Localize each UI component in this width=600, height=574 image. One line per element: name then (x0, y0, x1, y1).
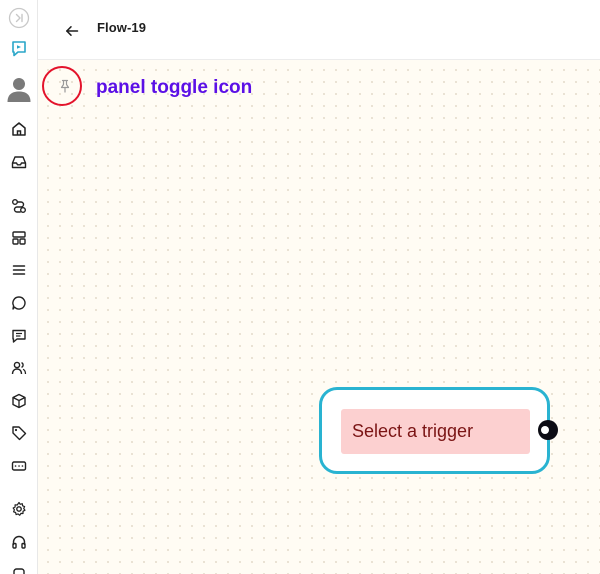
sidebar-item-tags[interactable] (0, 421, 37, 445)
chat-flow-icon (11, 41, 26, 57)
panel-toggle-button[interactable] (53, 74, 77, 98)
keyboard-icon (11, 461, 26, 471)
annotation-label: panel toggle icon (96, 77, 253, 98)
trigger-node[interactable]: Select a trigger (319, 387, 550, 474)
arrow-left-icon (66, 26, 79, 36)
box-icon (11, 393, 26, 409)
square-icon (12, 568, 25, 574)
user-avatar-icon (7, 78, 30, 102)
users-icon (11, 361, 26, 375)
sidebar (0, 0, 38, 574)
inbox-icon (11, 156, 26, 169)
sidebar-item-list[interactable] (0, 258, 37, 282)
tag-icon (11, 426, 26, 441)
pin-icon (60, 79, 70, 93)
select-trigger-button[interactable]: Select a trigger (341, 409, 530, 454)
flow-route-icon (11, 199, 26, 213)
sidebar-item-templates[interactable] (0, 226, 37, 250)
message-square-icon (11, 329, 26, 343)
sidebar-item-chat-flow[interactable] (0, 37, 37, 61)
sidebar-item-profile[interactable] (0, 75, 37, 103)
chat-bubble-icon (11, 296, 26, 310)
flow-header: Flow-19 (38, 0, 600, 60)
handle-dot (541, 426, 549, 434)
flow-title: Flow-19 (97, 20, 147, 35)
sidebar-item-settings[interactable] (0, 497, 37, 521)
sidebar-item-products[interactable] (0, 389, 37, 413)
layout-icon (11, 231, 26, 245)
sidebar-item-support[interactable] (0, 530, 37, 554)
headphones-icon (11, 535, 26, 549)
node-output-handle[interactable] (538, 420, 558, 440)
sidebar-item-messages[interactable] (0, 324, 37, 348)
list-icon (12, 265, 25, 275)
sidebar-item-flows[interactable] (0, 194, 37, 218)
sidebar-item-contacts[interactable] (0, 356, 37, 380)
sidebar-item-chat[interactable] (0, 291, 37, 315)
sidebar-item-keyboard[interactable] (0, 454, 37, 478)
sidebar-item-more[interactable] (0, 562, 37, 574)
flow-canvas[interactable]: panel toggle icon Select a trigger (38, 60, 600, 574)
sidebar-item-collapse[interactable] (0, 6, 37, 30)
gear-icon (12, 501, 26, 516)
sidebar-item-home[interactable] (0, 117, 37, 141)
back-button[interactable] (60, 19, 84, 43)
home-icon (11, 122, 26, 136)
collapse-panel-icon (8, 7, 29, 29)
flow-editor: Flow-19 panel toggle icon Select a trigg… (0, 0, 600, 574)
sidebar-item-inbox[interactable] (0, 150, 37, 174)
